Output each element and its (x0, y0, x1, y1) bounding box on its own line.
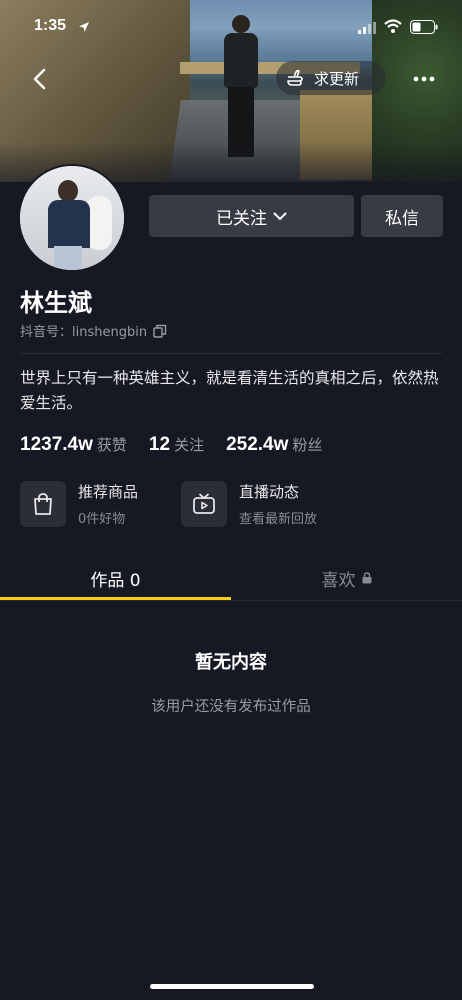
more-button[interactable] (404, 62, 444, 96)
message-button[interactable]: 私信 (361, 195, 443, 237)
chevron-left-icon (33, 68, 46, 90)
stat-following-label: 关注 (174, 436, 205, 454)
stat-followers[interactable]: 252.4w 粉丝 (226, 434, 322, 456)
request-update-label: 求更新 (314, 69, 360, 88)
shopping-bag-icon (20, 481, 66, 527)
pointing-hand-icon (287, 69, 303, 86)
cellular-signal-icon (358, 22, 376, 34)
stat-following-value: 12 (148, 434, 171, 455)
tab-likes-label: 喜欢 (321, 570, 356, 591)
recommended-products-entry[interactable]: 推荐商品 0件好物 (20, 481, 138, 527)
empty-state-subtitle: 该用户还没有发布过作品 (151, 699, 311, 715)
battery-icon (410, 20, 438, 34)
tab-works[interactable]: 作品 0 (0, 556, 231, 600)
recommended-products-title: 推荐商品 (78, 483, 139, 501)
stat-following[interactable]: 12 关注 (149, 434, 204, 456)
stat-likes-label: 获赞 (96, 436, 127, 454)
more-dots-icon (413, 76, 435, 82)
stat-followers-label: 粉丝 (292, 436, 323, 454)
profile-name: 林生斌 (20, 289, 92, 317)
tv-icon (181, 481, 227, 527)
message-label: 私信 (385, 208, 419, 229)
divider (20, 353, 442, 354)
lock-icon (362, 572, 371, 584)
stat-followers-value: 252.4w (226, 434, 289, 455)
back-button[interactable] (22, 62, 56, 96)
status-time: 1:35 (34, 17, 67, 34)
live-updates-title: 直播动态 (239, 483, 300, 501)
tab-likes[interactable]: 喜欢 (231, 556, 462, 600)
empty-state-title: 暂无内容 (195, 652, 267, 673)
following-button[interactable]: 已关注 (149, 195, 354, 237)
douyin-id-text: 抖音号：linshengbin (20, 325, 148, 340)
recommended-products-subtitle: 0件好物 (78, 512, 126, 527)
location-arrow-icon (79, 22, 89, 32)
content-tabs: 作品 0 喜欢 (0, 556, 462, 600)
wifi-icon (384, 19, 402, 33)
stat-likes[interactable]: 1237.4w 获赞 (20, 434, 127, 456)
following-label: 已关注 (216, 208, 267, 229)
douyin-id: 抖音号：linshengbin (20, 321, 167, 340)
status-bar: 1:35 (0, 14, 462, 44)
profile-bio: 世界上只有一种英雄主义，就是看清生活的真相之后，依然热爱生活。 (20, 369, 439, 412)
tabs-divider (0, 600, 462, 601)
avatar[interactable] (18, 164, 126, 272)
stat-likes-value: 1237.4w (20, 434, 93, 455)
profile-stats: 1237.4w 获赞 12 关注 252.4w 粉丝 (20, 434, 344, 456)
copy-icon[interactable] (153, 324, 167, 338)
live-updates-subtitle: 查看最新回放 (239, 512, 318, 527)
request-update-button[interactable]: 求更新 (276, 61, 386, 95)
tab-works-label: 作品 0 (90, 570, 141, 591)
chevron-down-icon (273, 212, 287, 220)
home-indicator[interactable] (150, 984, 314, 989)
live-updates-entry[interactable]: 直播动态 查看最新回放 (181, 481, 317, 527)
